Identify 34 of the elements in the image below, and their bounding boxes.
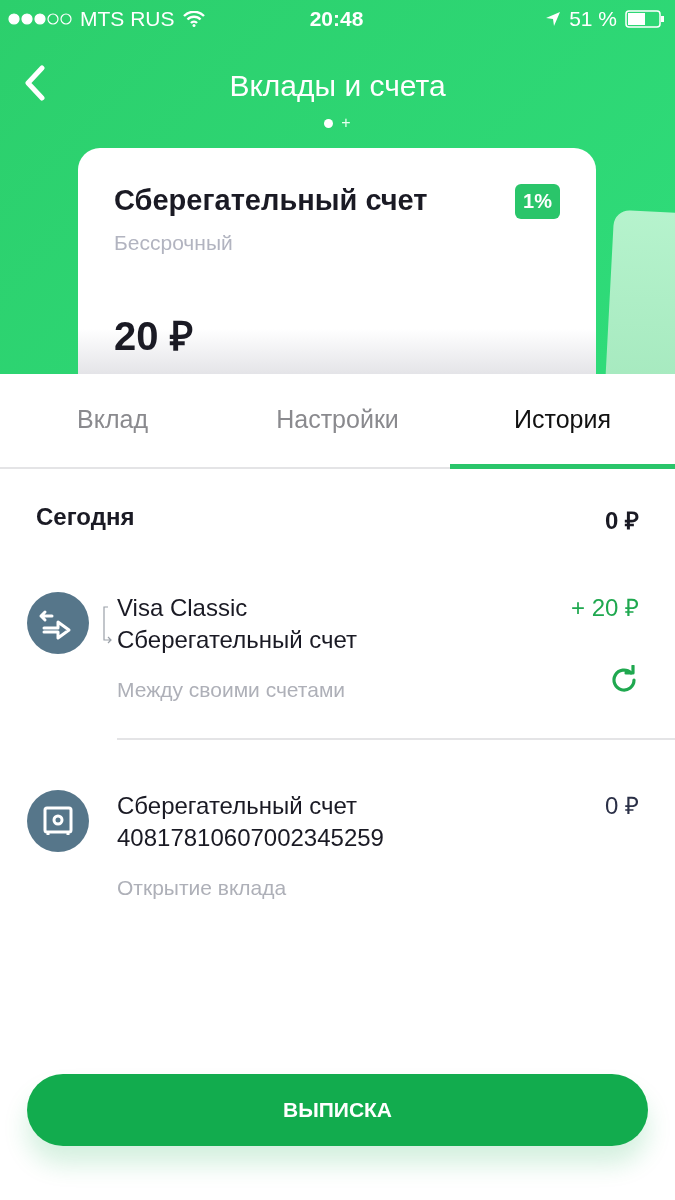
battery-percent: 51 % (569, 7, 617, 31)
transfer-icon (27, 592, 89, 654)
transaction-line: 40817810607002345259 (117, 823, 385, 853)
signal-icon (8, 13, 72, 25)
add-page-indicator[interactable]: + (341, 114, 351, 132)
location-icon (545, 11, 562, 27)
day-total: 0 ₽ (605, 506, 639, 536)
account-term: Бессрочный (114, 231, 234, 255)
transaction-amount: + 20 ₽ (570, 593, 639, 623)
screen-title: Вклады и счета (229, 69, 446, 103)
clock: 20:48 (308, 7, 365, 31)
transaction-description: Открытие вклада (117, 876, 288, 900)
statement-button[interactable]: ВЫПИСКА (27, 1074, 648, 1146)
day-label: Сегодня (36, 503, 135, 532)
bracket-arrow-icon (101, 606, 113, 644)
transaction-line: Visa Classic (117, 593, 249, 623)
account-balance: 20 ₽ (114, 313, 194, 360)
wifi-icon (182, 11, 205, 27)
transaction-description: Между своими счетами (117, 678, 347, 702)
rate-badge: 1% (515, 184, 560, 219)
transaction-line: Сберегательный счет (117, 625, 359, 655)
transaction-amount: 0 ₽ (605, 791, 639, 821)
tab[interactable]: Настройки (225, 374, 450, 469)
account-card[interactable]: Сберегательный счет 1% Бессрочный 20 ₽ (78, 148, 596, 374)
safe-icon (27, 790, 89, 852)
repeat-icon[interactable] (609, 665, 639, 695)
page-dot-icon (324, 118, 334, 128)
carrier: MTS RUS (80, 7, 175, 31)
tab[interactable]: История (450, 374, 675, 469)
tab[interactable]: Вклад (0, 374, 225, 469)
account-title: Сберегательный счет (114, 184, 428, 217)
back-icon[interactable] (24, 65, 46, 101)
transaction-line: Сберегательный счет (117, 791, 359, 821)
battery-icon (625, 10, 665, 28)
